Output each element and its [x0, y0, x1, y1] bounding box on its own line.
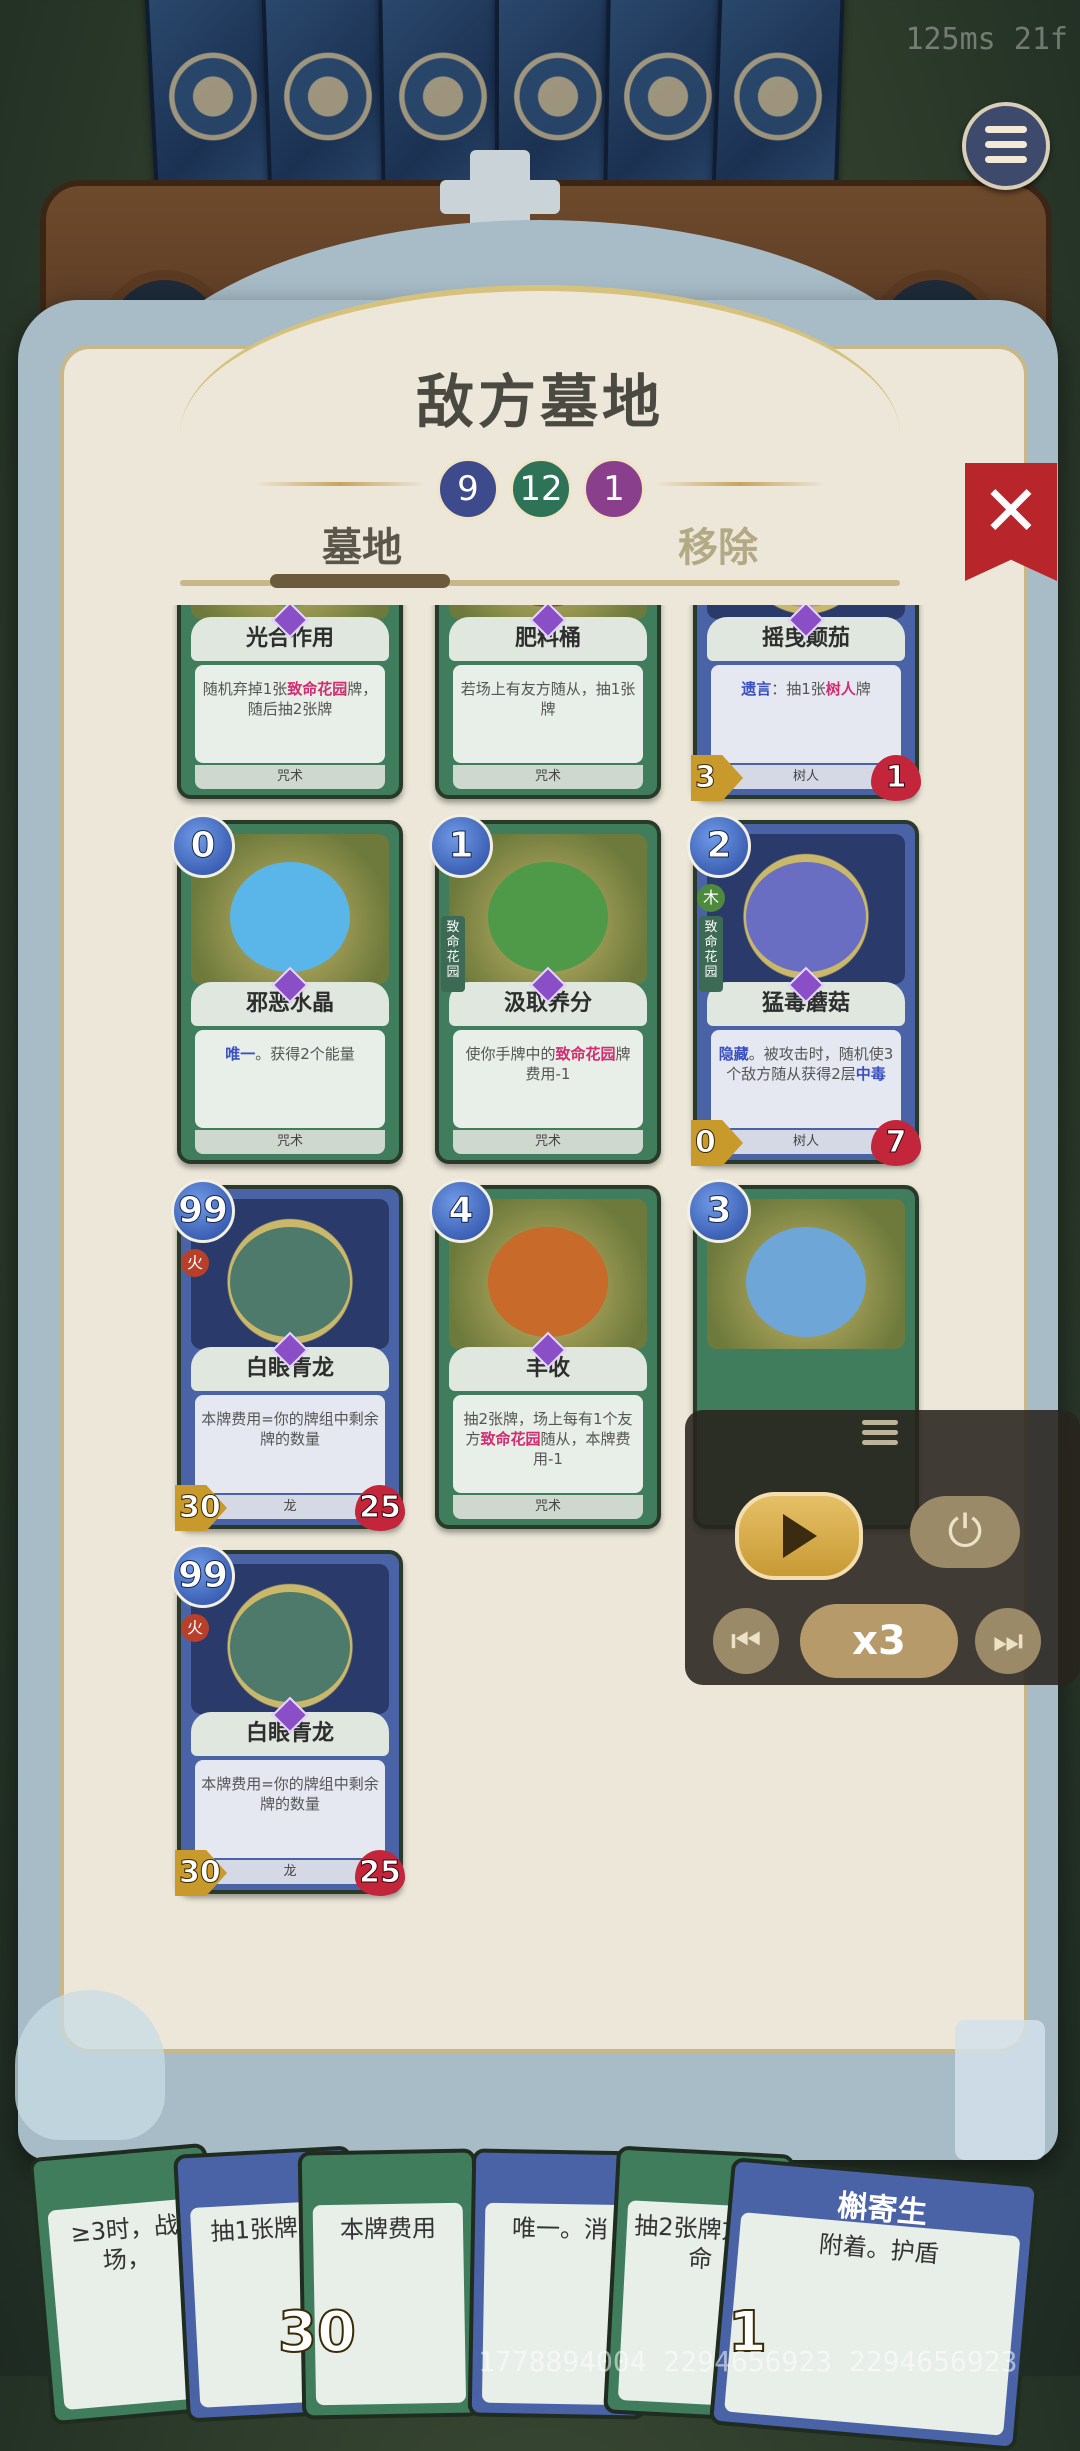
cross-ornament [440, 180, 560, 214]
close-icon[interactable]: ✕ [965, 470, 1057, 552]
card-cost: 0 [171, 814, 235, 878]
card-type: 咒术 [195, 765, 385, 789]
graveyard-card[interactable]: 邪恶水晶 唯一。获得2个能量 咒术 0 [171, 814, 403, 1164]
card-text-part: 使你手牌中的 [465, 1045, 556, 1063]
graveyard-card[interactable]: 光合作用 随机弃掉1张致命花园牌，随后抽2张牌 咒术 [177, 605, 403, 799]
card-cost: 99 [171, 1544, 235, 1608]
card-text: 使你手牌中的致命花园牌费用-1 [453, 1030, 643, 1128]
card-keyword: 隐藏 [718, 1045, 749, 1063]
card-type: 咒术 [453, 1130, 643, 1154]
faction-icon: 木 [697, 884, 725, 912]
faction-icon: 火 [181, 1614, 209, 1642]
card-art-figure [230, 1591, 350, 1702]
count-badge: 9 [437, 458, 499, 520]
card-cost: 1 [429, 814, 493, 878]
drag-handle-icon[interactable] [862, 1420, 898, 1450]
card-art-figure [488, 861, 608, 972]
card-tag: 致命花园 [441, 916, 465, 992]
card-text-part: 牌 [855, 680, 871, 698]
card-text-part: 随从，本牌费用-1 [533, 1430, 631, 1468]
next-button[interactable]: ⏭ [975, 1608, 1041, 1674]
perf-counter: 125ms 21f [905, 22, 1068, 57]
card-art-figure [746, 861, 866, 972]
ornament-right [655, 482, 825, 486]
card-text-part: 随机弃掉1张 [202, 680, 288, 698]
card-text-part: 随从，抽1张牌 [540, 680, 636, 718]
card-cost: 2 [687, 814, 751, 878]
prev-button[interactable]: ⏮ [713, 1608, 779, 1674]
card-text: 若场上有友方随从，抽1张牌 [453, 665, 643, 763]
card-health: 25 [355, 1850, 405, 1896]
card-health: 25 [355, 1485, 405, 1531]
card-art-figure [230, 861, 350, 972]
graveyard-card[interactable]: 丰收 抽2张牌，场上每有1个友方致命花园随从，本牌费用-1 咒术 4 [429, 1179, 661, 1529]
play-button[interactable] [735, 1492, 863, 1580]
card-cost: 4 [429, 1179, 493, 1243]
card-text: 唯一。获得2个能量 [195, 1030, 385, 1128]
speed-button[interactable]: x3 [800, 1604, 958, 1678]
card-text-part: 本牌费用=你的牌组中剩余牌的数量 [201, 1410, 379, 1448]
card-highlight: 致命花园 [287, 680, 348, 698]
card-type: 咒术 [453, 765, 643, 789]
faction-icon: 火 [181, 1249, 209, 1277]
card-grid: 光合作用 随机弃掉1张致命花园牌，随后抽2张牌 咒术 肥料桶 若场上有友方随从，抽1张牌… [95, 605, 985, 2025]
card-art-figure [746, 1226, 866, 1337]
graveyard-card[interactable]: 肥料桶 若场上有友方随从，抽1张牌 咒术 [435, 605, 661, 799]
hand-card[interactable]: 本牌费用 [297, 2148, 481, 2420]
ghost-mascot [15, 1990, 165, 2140]
card-highlight: 致命花园 [480, 1430, 541, 1448]
hand-card-text: 附着。护盾 [724, 2212, 1021, 2436]
tab-graveyard[interactable]: 墓地 [322, 515, 402, 573]
card-text-part: 。获得2个能量 [255, 1045, 355, 1063]
count-badge: 12 [510, 458, 572, 520]
graveyard-card[interactable]: 白眼青龙 本牌费用=你的牌组中剩余牌的数量龙火 99 30 25 [171, 1544, 405, 1896]
card-type: 咒术 [195, 1130, 385, 1154]
menu-button[interactable] [962, 102, 1050, 190]
card-type: 咒术 [453, 1495, 643, 1519]
card-keyword: 中毒 [855, 1065, 886, 1083]
card-keyword: 唯一 [225, 1045, 256, 1063]
footer-numbers: 1778894004 2294656923 2294656923 [478, 2345, 1018, 2378]
card-text: 本牌费用=你的牌组中剩余牌的数量 [195, 1760, 385, 1858]
panel-title: 敌方墓地 [415, 368, 664, 436]
card-text: 遗言：抽1张树人牌 [711, 665, 901, 763]
card-keyword: 遗言 [741, 680, 772, 698]
card-text: 隐藏。被攻击时，随机使3个敌方随从获得2层中毒 [711, 1030, 901, 1128]
card-tag: 致命花园 [699, 916, 723, 992]
card-cost: 3 [687, 1179, 751, 1243]
hand-attack-value: 30 [277, 2299, 357, 2366]
candle-decoration [955, 2020, 1045, 2160]
card-text-part: 本牌费用=你的牌组中剩余牌的数量 [201, 1775, 379, 1813]
card-text-part: ：抽1张 [771, 680, 826, 698]
count-badge: 1 [583, 458, 645, 520]
card-highlight: 树人 [825, 680, 856, 698]
card-health: 1 [871, 755, 921, 801]
graveyard-card[interactable]: 摇曳颠茄遗言：抽1张树人牌树人木31 [691, 605, 921, 801]
card-health: 7 [871, 1120, 921, 1166]
tab-active-indicator [270, 574, 450, 588]
graveyard-card[interactable]: 白眼青龙 本牌费用=你的牌组中剩余牌的数量龙火 99 30 25 [171, 1179, 405, 1531]
power-button[interactable]: ⏻ [910, 1496, 1020, 1568]
card-art-figure [488, 1226, 608, 1337]
card-text: 抽2张牌，场上每有1个友方致命花园随从，本牌费用-1 [453, 1395, 643, 1493]
ornament-left [255, 482, 425, 486]
card-highlight: 致命花园 [555, 1045, 616, 1063]
card-art-figure [230, 1226, 350, 1337]
card-cost: 99 [171, 1179, 235, 1243]
tab-removed[interactable]: 移除 [678, 515, 758, 573]
card-text-part: 若场上有友方 [460, 680, 551, 698]
card-text: 本牌费用=你的牌组中剩余牌的数量 [195, 1395, 385, 1493]
graveyard-card[interactable]: 猛毒蘑菇 隐藏。被攻击时，随机使3个敌方随从获得2层中毒 树人 致命花园木 2 0 7 [687, 814, 921, 1166]
graveyard-card[interactable]: 汲取养分 使你手牌中的致命花园牌费用-1 咒术 致命花园 1 [429, 814, 661, 1164]
card-text: 随机弃掉1张致命花园牌，随后抽2张牌 [195, 665, 385, 763]
